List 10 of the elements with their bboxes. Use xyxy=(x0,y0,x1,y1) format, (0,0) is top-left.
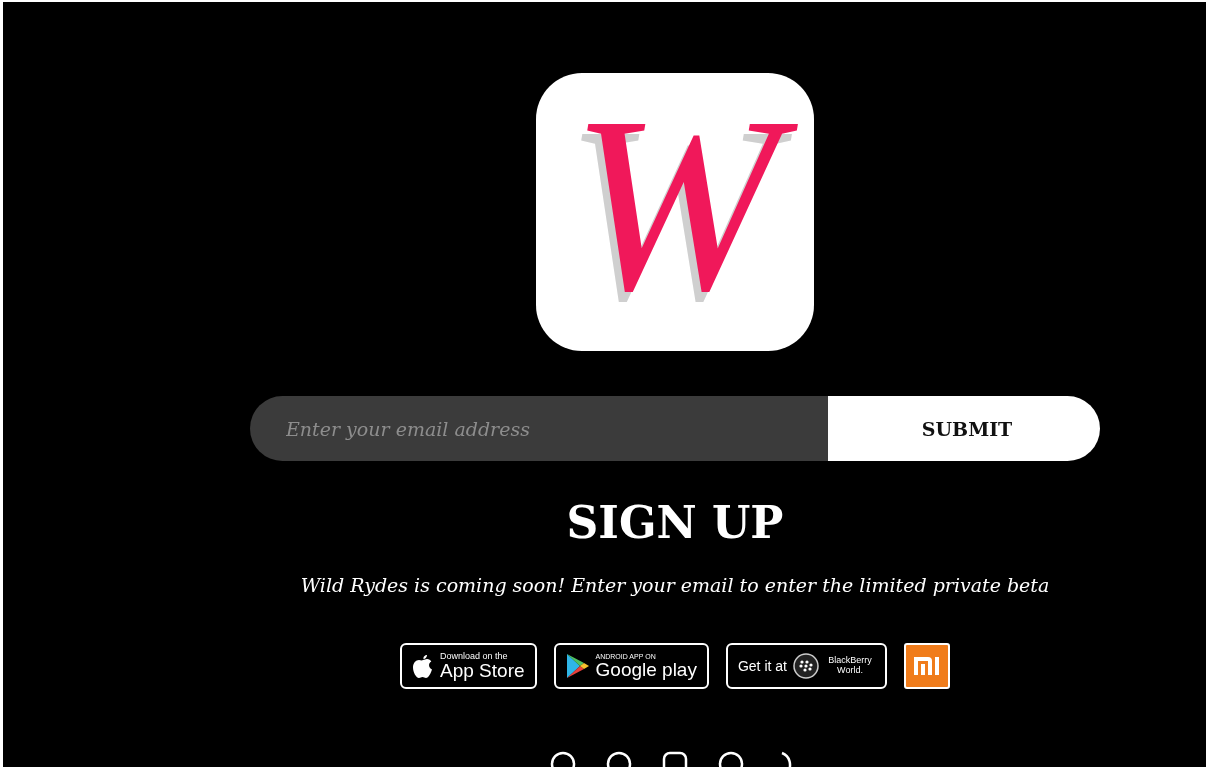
app-store-badge[interactable]: Download on the App Store xyxy=(400,643,537,689)
email-field[interactable]: Enter your email address xyxy=(250,396,828,461)
mi-store-badge[interactable] xyxy=(903,643,950,689)
play-triangle-icon xyxy=(565,653,590,679)
blackberry-logo-icon xyxy=(792,653,819,679)
signup-heading: SIGN UP xyxy=(566,496,784,550)
apple-icon xyxy=(412,653,435,679)
tagline-text: Wild Rydes is coming soon! Enter your email to enter the limited private beta xyxy=(300,573,1050,598)
blackberry-world-badge[interactable]: Get it at BlackBerry World. xyxy=(725,643,887,689)
submit-button[interactable]: SUBMIT xyxy=(828,396,1100,461)
